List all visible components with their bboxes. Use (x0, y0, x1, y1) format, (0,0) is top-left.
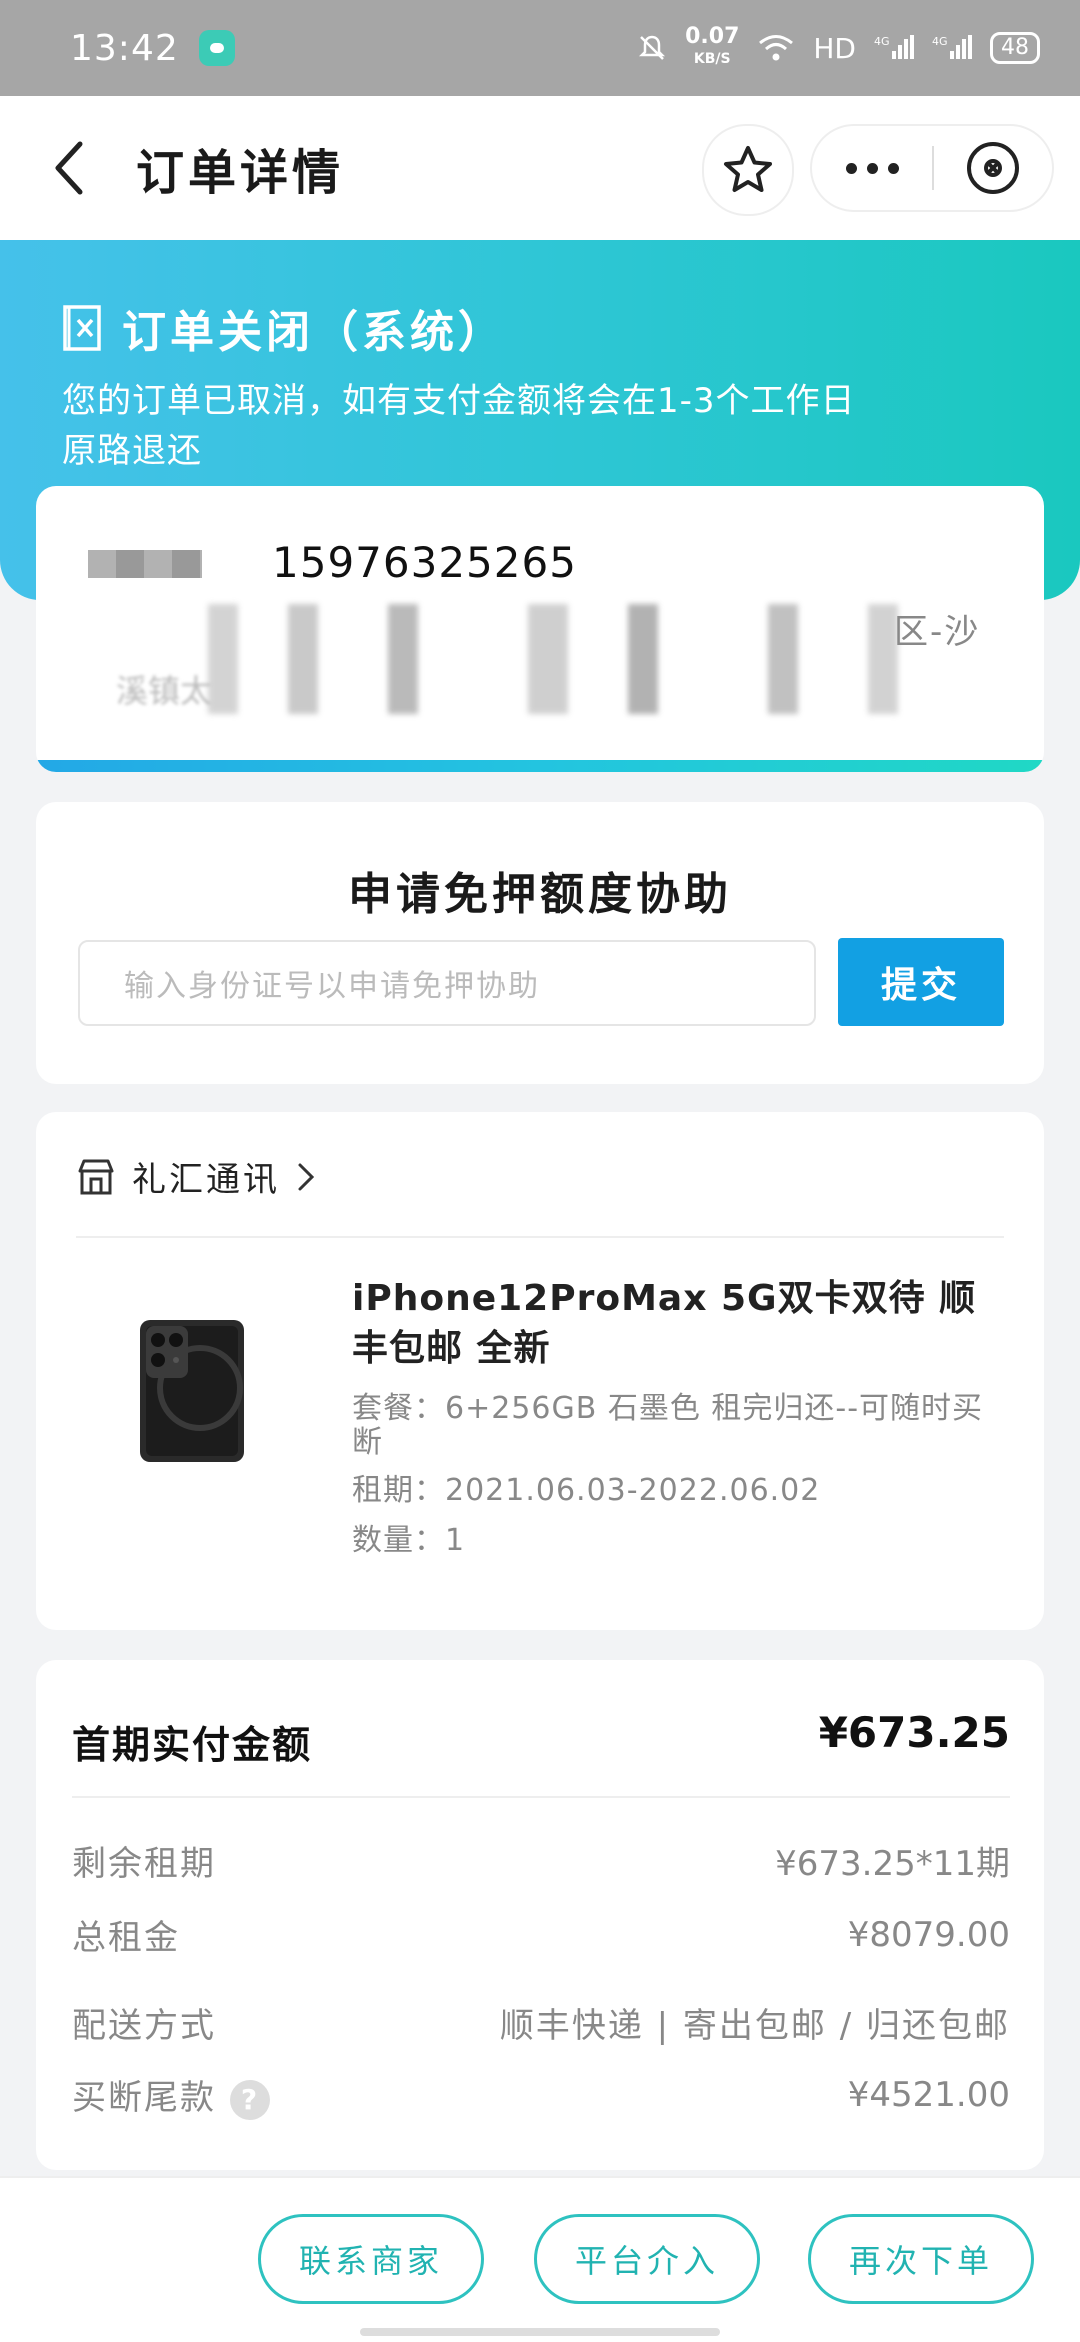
first-payment-value: ¥673.25 (818, 1708, 1010, 1757)
home-indicator[interactable] (360, 2328, 720, 2336)
order-status-description: 您的订单已取消，如有支付金额将会在1-3个工作日原路退还 (62, 381, 856, 471)
close-button[interactable] (934, 140, 1052, 196)
deposit-free-card: 申请免押额度协助 输入身份证号以申请免押协助 提交 (36, 802, 1044, 1084)
banner-title-row: 订单关闭（系统） (62, 296, 506, 360)
star-icon (724, 146, 772, 192)
row-label-wrap: 买断尾款? (72, 2070, 270, 2120)
svg-text:4G: 4G (932, 35, 948, 48)
recipient-name-redacted (88, 550, 202, 578)
product-rental-period: 租期：2021.06.03-2022.06.02 (352, 1473, 821, 1508)
net-speed: 0.07 KB/S (685, 24, 740, 68)
first-payment-label: 首期实付金额 (72, 1723, 313, 1767)
address-card: 15976325265 区-沙 溪镇太 (36, 486, 1044, 772)
row-value: 顺丰快递 | 寄出包邮 / 归还包邮 (499, 2006, 1010, 2046)
svg-text:4G: 4G (874, 35, 890, 48)
page-title: 订单详情 (136, 145, 345, 201)
reorder-button[interactable]: 再次下单 (808, 2214, 1034, 2304)
product-package: 套餐：6+256GB 石墨色 租完归还--可随时买断 (352, 1391, 984, 1460)
product-quantity: 数量：1 (352, 1523, 466, 1558)
address-stripe (36, 760, 1044, 772)
close-circle-icon (967, 142, 1019, 194)
row-value: ¥4521.00 (847, 2074, 1010, 2115)
shop-name: 礼汇通讯 (132, 1160, 280, 1200)
app-notification-icon (198, 30, 235, 66)
hd-label: HD (813, 31, 856, 65)
store-icon (78, 1159, 114, 1194)
bottom-action-bar: 联系商家 平台介入 再次下单 (0, 2176, 1080, 2342)
shop-link[interactable]: 礼汇通讯 (76, 1152, 320, 1201)
mini-program-capsule (810, 124, 1054, 212)
more-button[interactable] (812, 162, 932, 174)
payment-card: 首期实付金额 ¥673.25 剩余租期 ¥673.25*11期 总租金 ¥807… (36, 1660, 1044, 2170)
signal-4g-icon: 4G (874, 35, 914, 59)
address-line2-head: 溪镇太 (116, 672, 213, 710)
row-label: 配送方式 (72, 2006, 216, 2046)
battery-icon: 48 (990, 32, 1040, 64)
submit-button[interactable]: 提交 (838, 938, 1004, 1026)
delivery-method-row: 配送方式 顺丰快递 | 寄出包邮 / 归还包邮 (72, 1998, 1010, 2047)
row-value: ¥673.25*11期 (775, 1844, 1010, 1884)
contact-merchant-button[interactable]: 联系商家 (258, 2214, 484, 2304)
status-indicators: 0.07 KB/S HD 4G 4G 48 (637, 26, 1040, 70)
back-icon[interactable] (40, 138, 100, 198)
chevron-right-icon (298, 1163, 315, 1190)
product-title[interactable]: iPhone12ProMax 5G双卡双待 顺丰包邮 全新 (352, 1274, 1012, 1374)
remaining-period-row: 剩余租期 ¥673.25*11期 (72, 1836, 1010, 1885)
order-status-title: 订单关闭（系统） (122, 307, 506, 358)
wifi-icon (759, 35, 794, 61)
buyout-balance-row: 买断尾款? ¥4521.00 (72, 2070, 1010, 2120)
favorite-button[interactable] (702, 124, 794, 216)
address-line1-tail: 区-沙 (894, 612, 981, 652)
order-closed-icon (63, 305, 101, 351)
help-icon[interactable]: ? (230, 2079, 270, 2120)
status-bar: 13:42 0.07 KB/S HD 4G 4G 48 (0, 0, 1080, 96)
deposit-free-title: 申请免押额度协助 (348, 869, 732, 920)
row-label: 剩余租期 (72, 1844, 216, 1884)
id-number-input[interactable]: 输入身份证号以申请免押协助 (78, 940, 816, 1026)
status-time: 13:42 (70, 27, 179, 69)
payment-divider (72, 1796, 1010, 1798)
row-value: ¥8079.00 (847, 1914, 1010, 1955)
shop-divider (76, 1236, 1004, 1238)
more-dots-icon (845, 162, 857, 174)
signal-4g-icon-2: 4G (932, 35, 972, 59)
product-card: 礼汇通讯 iPhone12ProMax 5G双卡双待 顺丰包邮 全新 套餐：6+… (36, 1112, 1044, 1630)
nav-bar: 订单详情 (0, 96, 1080, 240)
total-rent-row: 总租金 ¥8079.00 (72, 1910, 1010, 1959)
address-redacted (88, 604, 968, 714)
mute-bell-icon (639, 35, 666, 60)
platform-intervention-button[interactable]: 平台介入 (534, 2214, 760, 2304)
product-image[interactable] (138, 1318, 246, 1464)
row-label: 总租金 (72, 1918, 180, 1958)
row-label: 买断尾款 (72, 2078, 216, 2118)
recipient-phone: 15976325265 (272, 538, 577, 587)
